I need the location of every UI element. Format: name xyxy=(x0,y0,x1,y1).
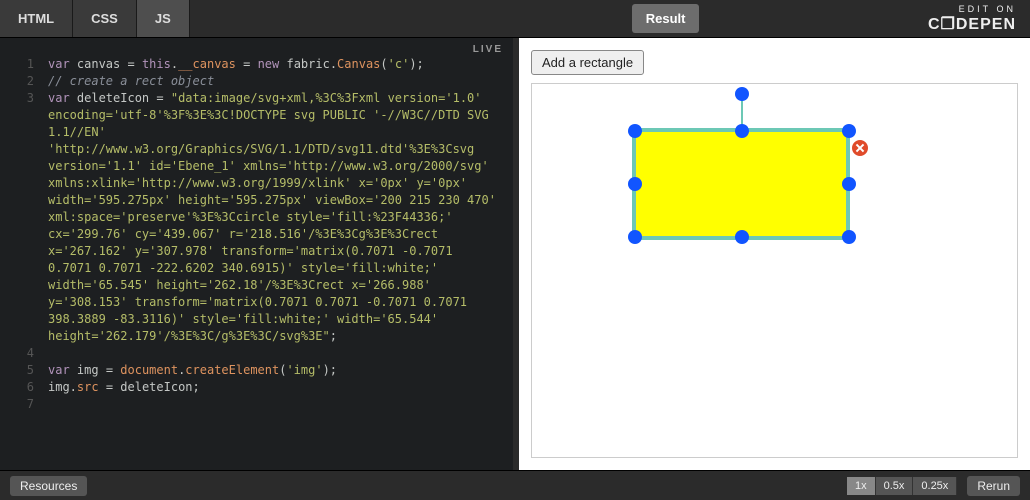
tab-html[interactable]: HTML xyxy=(0,0,73,37)
zoom-1x[interactable]: 1x xyxy=(847,477,876,495)
handle-bot-left[interactable] xyxy=(628,230,642,244)
live-badge: LIVE xyxy=(473,44,503,55)
code-text[interactable]: var deleteIcon = "data:image/svg+xml,%3C… xyxy=(48,90,513,345)
code-text[interactable]: var img = document.createElement('img'); xyxy=(48,362,513,379)
result-pane: Add a rectangle xyxy=(519,38,1030,470)
code-line[interactable]: 4 xyxy=(0,345,513,362)
top-bar: HTML CSS JS Result EDIT ON C❒DEPEN xyxy=(0,0,1030,38)
code-editor[interactable]: 1var canvas = this.__canvas = new fabric… xyxy=(0,56,513,470)
fabric-rect[interactable] xyxy=(632,128,850,240)
line-number: 5 xyxy=(0,362,48,379)
handle-top-left[interactable] xyxy=(628,124,642,138)
code-line[interactable]: 7 xyxy=(0,396,513,413)
line-number: 4 xyxy=(0,345,48,362)
rerun-button[interactable]: Rerun xyxy=(967,476,1020,496)
brand[interactable]: EDIT ON C❒DEPEN xyxy=(928,0,1030,37)
line-number: 6 xyxy=(0,379,48,396)
result-button[interactable]: Result xyxy=(632,4,700,33)
handle-mid-right[interactable] xyxy=(842,177,856,191)
line-number: 7 xyxy=(0,396,48,413)
line-number: 1 xyxy=(0,56,48,73)
tab-css[interactable]: CSS xyxy=(73,0,137,37)
code-text[interactable]: var canvas = this.__canvas = new fabric.… xyxy=(48,56,513,73)
zoom-025x[interactable]: 0.25x xyxy=(913,477,957,495)
code-line[interactable]: 1var canvas = this.__canvas = new fabric… xyxy=(0,56,513,73)
resources-button[interactable]: Resources xyxy=(10,476,87,496)
code-line[interactable]: 3var deleteIcon = "data:image/svg+xml,%3… xyxy=(0,90,513,345)
handle-bot-right[interactable] xyxy=(842,230,856,244)
delete-icon[interactable] xyxy=(850,138,870,158)
code-line[interactable]: 2// create a rect object xyxy=(0,73,513,90)
tab-js[interactable]: JS xyxy=(137,0,190,37)
add-rectangle-button[interactable]: Add a rectangle xyxy=(531,50,644,75)
rotation-handle[interactable] xyxy=(735,87,749,101)
handle-top-right[interactable] xyxy=(842,124,856,138)
code-text[interactable] xyxy=(48,345,513,362)
codepen-logo: C❒DEPEN xyxy=(928,14,1016,34)
zoom-controls: 1x 0.5x 0.25x xyxy=(847,477,957,495)
code-line[interactable]: 6img.src = deleteIcon; xyxy=(0,379,513,396)
bottom-bar: Resources 1x 0.5x 0.25x Rerun xyxy=(0,470,1030,500)
line-number: 3 xyxy=(0,90,48,345)
handle-mid-left[interactable] xyxy=(628,177,642,191)
edit-on-label: EDIT ON xyxy=(928,4,1016,14)
editor-tabs: HTML CSS JS xyxy=(0,0,190,37)
handle-top-mid[interactable] xyxy=(735,124,749,138)
editor-pane[interactable]: LIVE 1var canvas = this.__canvas = new f… xyxy=(0,38,513,470)
canvas[interactable] xyxy=(531,83,1018,458)
zoom-05x[interactable]: 0.5x xyxy=(876,477,914,495)
main-area: LIVE 1var canvas = this.__canvas = new f… xyxy=(0,38,1030,470)
handle-bot-mid[interactable] xyxy=(735,230,749,244)
code-text[interactable]: // create a rect object xyxy=(48,73,513,90)
code-line[interactable]: 5var img = document.createElement('img')… xyxy=(0,362,513,379)
code-text[interactable] xyxy=(48,396,513,413)
line-number: 2 xyxy=(0,73,48,90)
code-text[interactable]: img.src = deleteIcon; xyxy=(48,379,513,396)
